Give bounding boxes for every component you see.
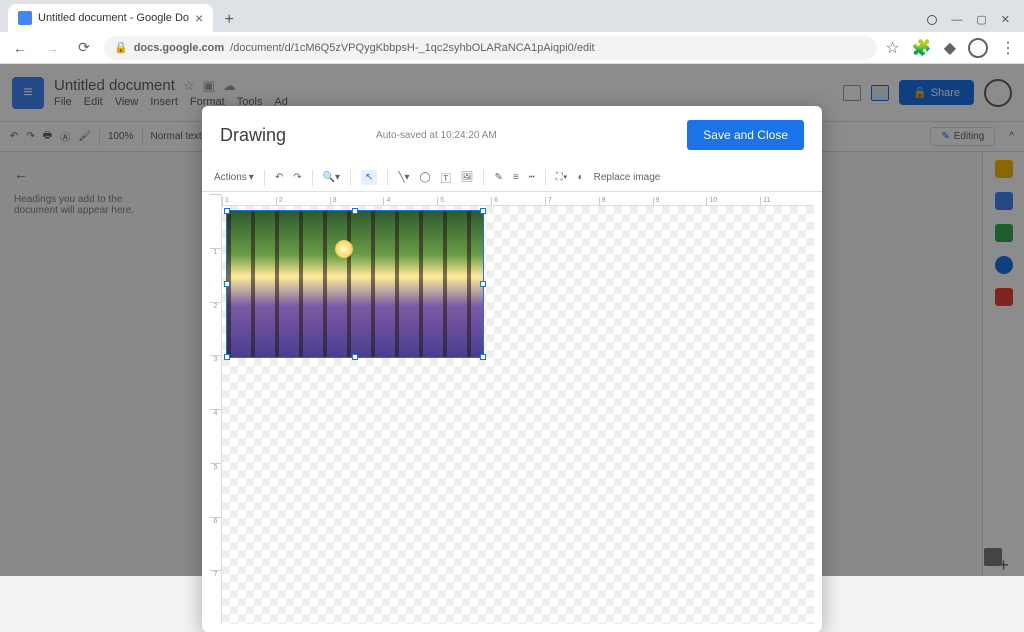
- back-icon[interactable]: ←: [8, 40, 32, 56]
- mask-icon[interactable]: ◐: [578, 172, 584, 183]
- drawing-modal: Drawing Auto-saved at 10:24:20 AM Save a…: [202, 106, 822, 632]
- replace-image-button[interactable]: Replace image: [594, 172, 661, 183]
- horizontal-ruler: 1 2 3 4 5 6 7 8 9 10 11: [222, 192, 814, 206]
- ruler-tick: 3: [330, 197, 384, 205]
- textbox-tool-icon[interactable]: 🅃: [441, 170, 451, 185]
- undo-drawing-icon[interactable]: ↶: [275, 172, 283, 183]
- browser-url-bar: ← → ⟳ 🔒 docs.google.com /document/d/1cM6…: [0, 32, 1024, 64]
- ruler-tick: 7: [545, 197, 599, 205]
- ruler-tick: 11: [760, 197, 814, 205]
- ruler-tick: 9: [653, 197, 707, 205]
- sun-glow: [335, 240, 353, 258]
- border-weight-icon[interactable]: ≡: [513, 172, 519, 183]
- ruler-tick: 8: [599, 197, 653, 205]
- shape-tool-icon[interactable]: ◯: [420, 172, 431, 183]
- crop-icon[interactable]: ⛶▾: [556, 172, 568, 183]
- ruler-tick: 5: [437, 197, 491, 205]
- replace-image-label: Replace image: [594, 172, 661, 183]
- vertical-ruler: 1 2 3 4 5 6 7: [210, 194, 222, 624]
- browser-tabstrip: Untitled document - Google Do × + — ▢ ✕: [0, 0, 1024, 32]
- docs-favicon: [18, 11, 32, 25]
- resize-handle-n[interactable]: [352, 208, 358, 214]
- image-tool-icon[interactable]: 🖼: [461, 172, 474, 183]
- ruler-tick: [210, 194, 221, 248]
- explore-icon[interactable]: [984, 548, 1002, 566]
- drawing-canvas[interactable]: [222, 206, 814, 624]
- resize-handle-se[interactable]: [480, 354, 486, 360]
- select-tool-icon[interactable]: ↖: [361, 170, 377, 185]
- resize-handle-nw[interactable]: [224, 208, 230, 214]
- actions-menu[interactable]: Actions ▾: [214, 172, 254, 183]
- close-window-icon[interactable]: ✕: [1001, 13, 1010, 26]
- menu-icon[interactable]: ⋮: [1000, 38, 1016, 58]
- actions-label: Actions: [214, 172, 247, 183]
- profile-icon[interactable]: [968, 38, 988, 58]
- ruler-tick: 3: [210, 355, 221, 409]
- window-controls: — ▢ ✕: [921, 13, 1016, 32]
- autosave-status: Auto-saved at 10:24:20 AM: [376, 130, 497, 141]
- browser-tab[interactable]: Untitled document - Google Do ×: [8, 4, 213, 32]
- reload-icon[interactable]: ⟳: [72, 39, 96, 56]
- ruler-tick: 1: [210, 248, 221, 302]
- drawing-toolbar: Actions ▾ ↶ ↷ 🔍▾ ↖ ╲▾ ◯ 🅃 🖼 ✎ ≡ ┅ ⛶▾ ◐ R…: [202, 164, 822, 192]
- ruler-tick: 6: [210, 517, 221, 571]
- line-tool-icon[interactable]: ╲▾: [398, 172, 409, 183]
- ruler-tick: 2: [210, 302, 221, 356]
- border-dash-icon[interactable]: ┅: [529, 172, 535, 183]
- maximize-icon[interactable]: ▢: [976, 13, 986, 26]
- resize-handle-ne[interactable]: [480, 208, 486, 214]
- url-field[interactable]: 🔒 docs.google.com /document/d/1cM6Q5zVPQ…: [104, 36, 877, 60]
- ruler-tick: 10: [706, 197, 760, 205]
- resize-handle-e[interactable]: [480, 281, 486, 287]
- ruler-tick: 4: [383, 197, 437, 205]
- resize-handle-w[interactable]: [224, 281, 230, 287]
- tab-close-icon[interactable]: ×: [195, 10, 203, 26]
- resize-handle-sw[interactable]: [224, 354, 230, 360]
- ruler-tick: 6: [491, 197, 545, 205]
- extensions-icon[interactable]: 🧩: [912, 38, 932, 58]
- ruler-tick: 7: [210, 570, 221, 624]
- minimize-icon[interactable]: —: [951, 14, 962, 26]
- resize-handle-s[interactable]: [352, 354, 358, 360]
- forest-image-content: [227, 211, 483, 357]
- record-icon[interactable]: [927, 15, 937, 25]
- drawing-header: Drawing Auto-saved at 10:24:20 AM Save a…: [202, 106, 822, 164]
- ruler-tick: 1: [222, 197, 276, 205]
- extension-dark-icon[interactable]: ◆: [944, 38, 956, 58]
- tab-title: Untitled document - Google Do: [38, 12, 189, 24]
- url-path: /document/d/1cM6Q5zVPQygKbbpsH-_1qc2syhb…: [230, 42, 594, 54]
- chevron-down-icon: ▾: [249, 172, 254, 183]
- url-host: docs.google.com: [134, 42, 224, 54]
- forward-icon[interactable]: →: [40, 40, 64, 56]
- lock-icon: 🔒: [114, 41, 128, 54]
- ruler-tick: 4: [210, 409, 221, 463]
- redo-drawing-icon[interactable]: ↷: [293, 172, 301, 183]
- zoom-drawing-icon[interactable]: 🔍▾: [323, 172, 340, 183]
- border-color-icon[interactable]: ✎: [494, 172, 502, 183]
- save-and-close-button[interactable]: Save and Close: [687, 120, 804, 150]
- star-icon[interactable]: ☆: [885, 38, 899, 58]
- drawing-title: Drawing: [220, 125, 286, 146]
- ruler-tick: 5: [210, 463, 221, 517]
- ruler-tick: 2: [276, 197, 330, 205]
- new-tab-button[interactable]: +: [217, 8, 241, 32]
- selected-image[interactable]: [226, 210, 484, 358]
